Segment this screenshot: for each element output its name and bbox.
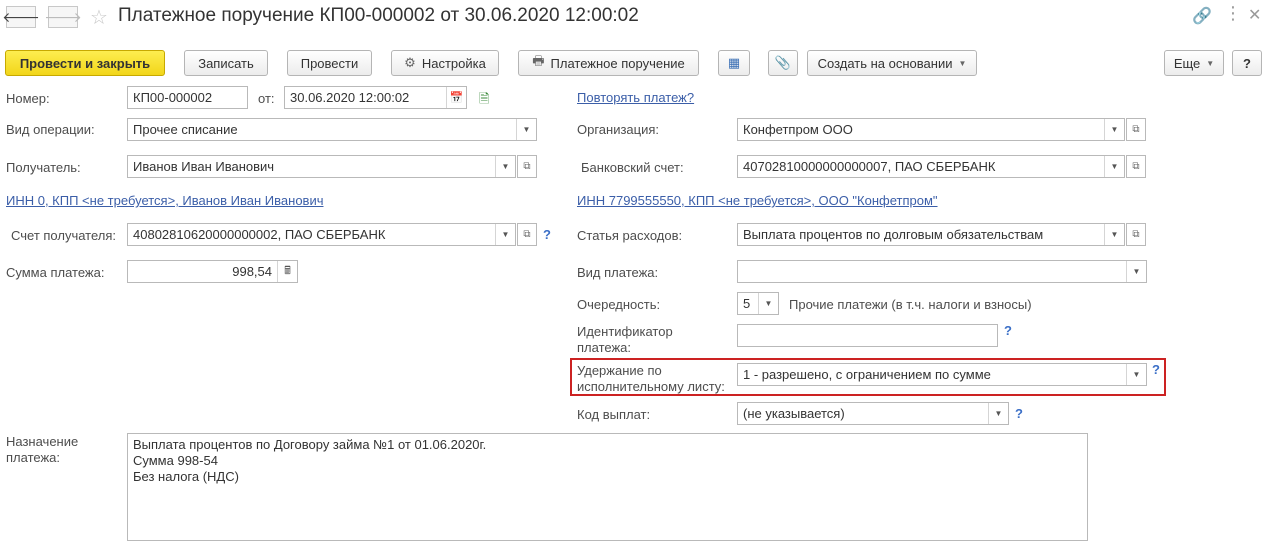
post-button[interactable]: Провести: [287, 50, 372, 76]
open-expense-item-button[interactable]: ⧉: [1126, 223, 1146, 246]
chevron-down-icon[interactable]: ▼: [1104, 156, 1124, 177]
operation-select[interactable]: Прочее списание ▼: [127, 118, 537, 141]
chevron-down-icon[interactable]: ▼: [495, 156, 515, 177]
more-button[interactable]: Еще ▼: [1164, 50, 1224, 76]
back-button[interactable]: 🡐: [2, 6, 40, 28]
chevron-down-icon[interactable]: ▼: [495, 224, 515, 245]
priority-description: Прочие платежи (в т.ч. налоги и взносы): [789, 297, 1032, 312]
amount-label: Сумма платежа:: [6, 265, 105, 280]
save-button[interactable]: Записать: [184, 50, 268, 76]
arrow-right-icon: 🡒: [44, 8, 82, 25]
more-vertical-icon[interactable]: ⋮: [1224, 3, 1242, 24]
amount-input[interactable]: 998,54 🖩: [127, 260, 298, 283]
open-icon: ⧉: [1132, 229, 1140, 240]
attach-button[interactable]: 📎: [768, 50, 798, 76]
create-based-on-button[interactable]: Создать на основании ▼: [807, 50, 977, 76]
page-title: Платежное поручение КП00-000002 от 30.06…: [118, 5, 639, 26]
purpose-label-line2: платежа:: [6, 450, 60, 465]
print-payment-order-button[interactable]: 🖶 Платежное поручение: [518, 50, 699, 76]
open-organization-button[interactable]: ⧉: [1126, 118, 1146, 141]
open-icon: ⧉: [1132, 161, 1140, 172]
help-payment-id-icon[interactable]: ?: [1004, 323, 1012, 338]
help-withholding-icon[interactable]: ?: [1152, 362, 1160, 377]
document-check-icon[interactable]: 🗎: [479, 90, 489, 112]
settings-button[interactable]: ⚙ Настройка: [391, 50, 499, 76]
recipient-account-select[interactable]: 40802810620000000002, ПАО СБЕРБАНК ▼: [127, 223, 516, 246]
gear-icon: ⚙: [404, 55, 416, 70]
open-bank-account-button[interactable]: ⧉: [1126, 155, 1146, 178]
forward-button[interactable]: 🡒: [44, 6, 82, 28]
arrow-left-icon: 🡐: [2, 8, 40, 25]
expense-item-select[interactable]: Выплата процентов по долговым обязательс…: [737, 223, 1125, 246]
chevron-down-icon[interactable]: ▼: [1126, 261, 1146, 282]
payment-id-input[interactable]: [737, 324, 998, 347]
purpose-label-line1: Назначение: [6, 434, 79, 449]
calculator-icon[interactable]: 🖩: [277, 261, 297, 282]
purpose-line: Сумма 998-54: [133, 453, 218, 468]
calendar-icon[interactable]: 📅: [446, 87, 466, 108]
priority-label: Очередность:: [577, 297, 661, 312]
payout-code-select[interactable]: (не указывается) ▼: [737, 402, 1009, 425]
withholding-label-line1: Удержание по: [577, 363, 662, 378]
payment-purpose-textarea[interactable]: Выплата процентов по Договору займа №1 о…: [127, 433, 1088, 541]
organization-select[interactable]: Конфетпром ООО ▼: [737, 118, 1125, 141]
chevron-down-icon: ▼: [1206, 58, 1215, 68]
star-icon[interactable]: ☆: [90, 5, 108, 30]
organization-label: Организация:: [577, 122, 660, 137]
payment-id-label-line2: платежа:: [577, 340, 631, 355]
open-recipient-button[interactable]: ⧉: [517, 155, 537, 178]
bank-account-select[interactable]: 40702810000000000007, ПАО СБЕРБАНК ▼: [737, 155, 1125, 178]
open-recipient-account-button[interactable]: ⧉: [517, 223, 537, 246]
number-label: Номер:: [6, 91, 50, 106]
organization-inn-link[interactable]: ИНН 7799555550, КПП <не требуется>, ООО …: [577, 193, 938, 208]
payout-code-label: Код выплат:: [577, 407, 651, 422]
purpose-line: Выплата процентов по Договору займа №1 о…: [133, 437, 487, 452]
payment-type-select[interactable]: ▼: [737, 260, 1147, 283]
chevron-down-icon[interactable]: ▼: [988, 403, 1008, 424]
recipient-select[interactable]: Иванов Иван Иванович ▼: [127, 155, 516, 178]
open-icon: ⧉: [523, 229, 531, 240]
chevron-down-icon[interactable]: ▼: [1104, 119, 1124, 140]
withholding-label-line2: исполнительному листу:: [577, 379, 725, 394]
chevron-down-icon[interactable]: ▼: [516, 119, 536, 140]
number-input[interactable]: КП00-000002: [127, 86, 248, 109]
chevron-down-icon[interactable]: ▼: [1104, 224, 1124, 245]
link-icon[interactable]: 🔗: [1192, 6, 1212, 26]
repeat-payment-link[interactable]: Повторять платеж?: [577, 90, 694, 105]
operation-label: Вид операции:: [6, 122, 95, 137]
help-payout-code-icon[interactable]: ?: [1015, 406, 1023, 421]
recipient-label: Получатель:: [6, 160, 81, 175]
open-icon: ⧉: [523, 161, 531, 172]
chevron-down-icon: ▼: [958, 58, 967, 68]
chevron-down-icon[interactable]: ▼: [758, 293, 778, 314]
hierarchy-icon: ▦: [727, 55, 741, 70]
recipient-inn-link[interactable]: ИНН 0, КПП <не требуется>, Иванов Иван И…: [6, 193, 323, 208]
recipient-account-label: Счет получателя:: [11, 228, 117, 243]
printer-icon: 🖶: [532, 53, 545, 68]
structure-button[interactable]: ▦: [718, 50, 750, 76]
purpose-line: Без налога (НДС): [133, 469, 239, 484]
chevron-down-icon[interactable]: ▼: [1126, 364, 1146, 385]
payment-id-label-line1: Идентификатор: [577, 324, 673, 339]
close-icon[interactable]: ✕: [1248, 5, 1261, 25]
paperclip-icon: 📎: [774, 55, 792, 70]
expense-item-label: Статья расходов:: [577, 228, 683, 243]
date-input[interactable]: 30.06.2020 12:00:02 📅: [284, 86, 467, 109]
help-button[interactable]: ?: [1232, 50, 1262, 76]
open-icon: ⧉: [1132, 124, 1140, 135]
bank-account-label: Банковский счет:: [581, 160, 684, 175]
post-and-close-button[interactable]: Провести и закрыть: [5, 50, 165, 76]
withholding-select[interactable]: 1 - разрешено, с ограничением по сумме ▼: [737, 363, 1147, 386]
payment-type-label: Вид платежа:: [577, 265, 659, 280]
date-label: от:: [258, 91, 275, 106]
priority-select[interactable]: 5 ▼: [737, 292, 779, 315]
help-recipient-account-icon[interactable]: ?: [543, 227, 551, 242]
